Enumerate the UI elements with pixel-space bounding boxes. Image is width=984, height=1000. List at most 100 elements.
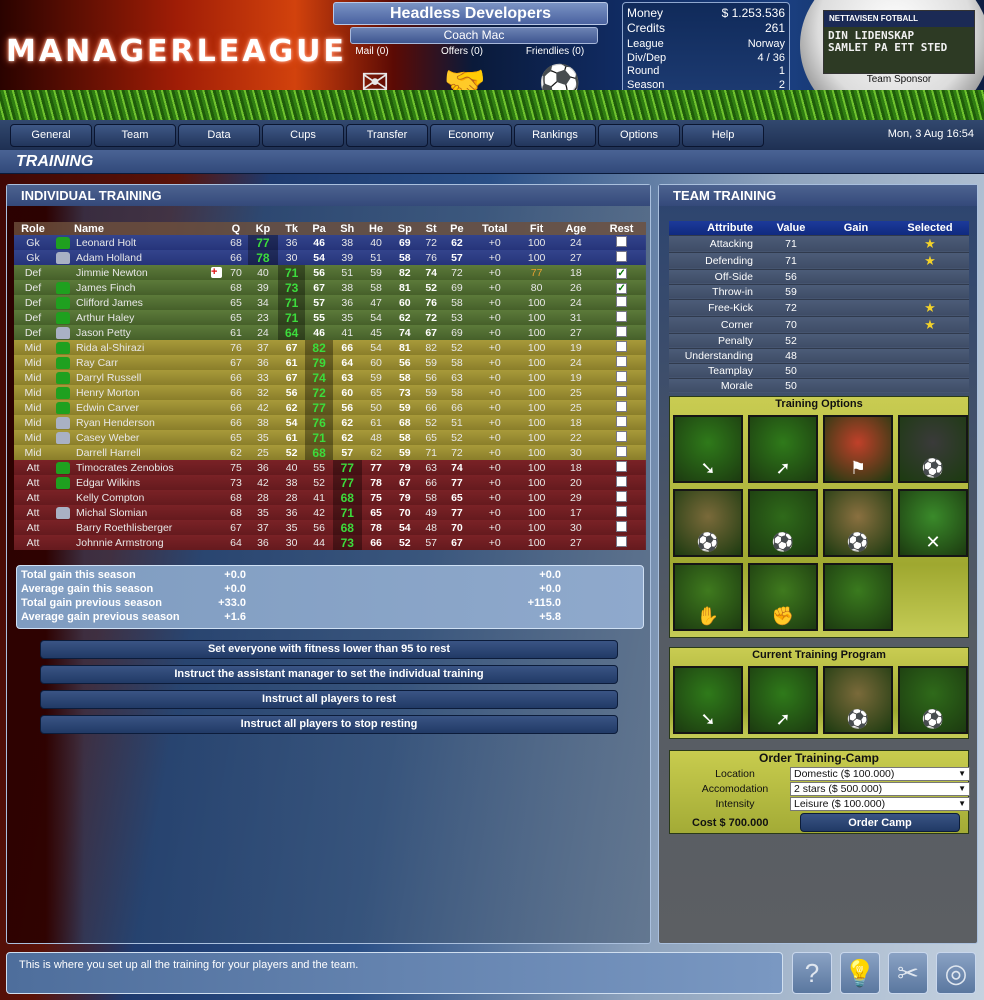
location-select[interactable]: Domestic ($ 100.000) ▼ <box>790 767 970 781</box>
rest-checkbox[interactable] <box>616 430 628 442</box>
player-name[interactable]: Leonard Holt <box>76 237 136 249</box>
player-name-cell[interactable]: James Finch <box>74 280 224 295</box>
nav-data[interactable]: Data <box>178 124 260 147</box>
rest-checkbox[interactable]: ✓ <box>616 282 628 294</box>
nav-team[interactable]: Team <box>94 124 176 147</box>
order-camp-button[interactable]: Order Camp <box>800 813 960 832</box>
rest-low-fitness-button[interactable]: Set everyone with fitness lower than 95 … <box>40 640 618 659</box>
player-name-cell[interactable]: Timocrates Zenobios <box>74 460 224 475</box>
player-row[interactable]: Def Clifford James 65 34 71 57 36 47 60 76 58 +0 100… <box>14 295 646 310</box>
player-shirt[interactable] <box>52 400 74 415</box>
nav-help[interactable]: Help <box>682 124 764 147</box>
player-row[interactable]: Mid Rida al-Shirazi 76 37 67 82 66 54 81 82 52 +0 10… <box>14 340 646 355</box>
rest-checkbox[interactable] <box>616 400 628 412</box>
training-tile-understanding[interactable]: ✕ <box>898 489 968 557</box>
rest-cell[interactable]: ✓ <box>597 265 646 280</box>
rest-cell[interactable]: ✓ <box>597 280 646 295</box>
player-name-cell[interactable]: Henry Morton <box>74 385 224 400</box>
player-name[interactable]: Michal Slomian <box>76 507 147 519</box>
player-shirt[interactable] <box>52 235 74 250</box>
nav-transfer[interactable]: Transfer <box>346 124 428 147</box>
player-name[interactable]: Arthur Haley <box>76 312 134 324</box>
rest-cell[interactable] <box>597 310 646 325</box>
team-attribute-row[interactable]: Teamplay 50 <box>669 362 969 378</box>
selected-cell[interactable] <box>891 362 969 378</box>
rest-checkbox[interactable] <box>616 445 628 457</box>
rest-checkbox[interactable] <box>616 520 628 532</box>
team-attribute-row[interactable]: Understanding 48 <box>669 347 969 363</box>
rest-cell[interactable] <box>597 235 646 250</box>
player-shirt[interactable] <box>52 295 74 310</box>
player-name-cell[interactable]: Michal Slomian <box>74 505 224 520</box>
player-shirt[interactable] <box>52 340 74 355</box>
all-rest-button[interactable]: Instruct all players to rest <box>40 690 618 709</box>
player-name[interactable]: Henry Morton <box>76 387 140 399</box>
player-row[interactable]: Mid Casey Weber 65 35 61 71 62 48 58 65 52 +0 100 22 <box>14 430 646 445</box>
player-name[interactable]: Kelly Compton <box>76 492 144 504</box>
player-shirt[interactable] <box>52 280 74 295</box>
help-button[interactable]: ? <box>792 952 832 994</box>
player-row[interactable]: Att Barry Roethlisberger 67 37 35 56 68 78 54 48 7… <box>14 520 646 535</box>
rest-checkbox[interactable] <box>616 325 628 337</box>
player-name-cell[interactable]: Rida al-Shirazi <box>74 340 224 355</box>
player-shirt[interactable] <box>52 325 74 340</box>
col-kp[interactable]: Kp <box>247 222 278 235</box>
player-row[interactable]: Gk Leonard Holt 68 77 36 46 38 40 69 72 62 +0 100 24 <box>14 235 646 250</box>
selected-cell[interactable]: ★ <box>891 315 969 333</box>
rest-cell[interactable] <box>597 475 646 490</box>
player-name[interactable]: Ray Carr <box>76 357 118 369</box>
rest-cell[interactable] <box>597 250 646 265</box>
player-name-cell[interactable]: Jason Petty <box>74 325 224 340</box>
col-name[interactable]: Name <box>74 222 224 235</box>
tip-button[interactable]: 💡 <box>840 952 880 994</box>
player-name-cell[interactable]: Edgar Wilkins <box>74 475 224 490</box>
rest-checkbox[interactable] <box>616 250 628 262</box>
player-shirt[interactable] <box>52 430 74 445</box>
rest-cell[interactable] <box>597 505 646 520</box>
player-row[interactable]: Mid Edwin Carver 66 42 62 77 56 50 59 66 66 +0 100 25 <box>14 400 646 415</box>
rest-cell[interactable] <box>597 535 646 550</box>
rest-cell[interactable] <box>597 460 646 475</box>
training-tile-attacking[interactable]: ➘ <box>673 666 743 734</box>
rest-cell[interactable] <box>597 340 646 355</box>
col-age[interactable]: Age <box>554 222 598 235</box>
training-tile-corner[interactable]: ⚽ <box>898 666 968 734</box>
rest-checkbox[interactable] <box>616 505 628 517</box>
player-row[interactable]: Def James Finch 68 39 73 67 38 58 81 52 69 +0 80 26 ✓ <box>14 280 646 295</box>
player-name-cell[interactable]: Darryl Russell <box>74 370 224 385</box>
rest-cell[interactable] <box>597 415 646 430</box>
player-row[interactable]: Mid Henry Morton 66 32 56 72 60 65 73 59 58 +0 100 25 <box>14 385 646 400</box>
team-attribute-row[interactable]: Free-Kick 72 ★ <box>669 298 969 316</box>
col-q[interactable]: Q <box>224 222 248 235</box>
training-tile-morale[interactable]: ✊ <box>748 563 818 631</box>
team-attribute-row[interactable]: Throw-in 59 <box>669 283 969 299</box>
training-tile-free-kick[interactable]: ⚽ <box>823 666 893 734</box>
player-shirt[interactable] <box>52 490 74 505</box>
player-row[interactable]: Att Edgar Wilkins 73 42 38 52 77 78 67 66 77 +0 100 2… <box>14 475 646 490</box>
player-row[interactable]: Def Jimmie Newton +70 40 71 56 51 59 82 74 72 +0 77 1… <box>14 265 646 280</box>
player-name[interactable]: Adam Holland <box>76 252 142 264</box>
player-row[interactable]: Def Jason Petty 61 24 64 46 41 45 74 67 69 +0 100 27 <box>14 325 646 340</box>
player-name-cell[interactable]: Adam Holland <box>74 250 224 265</box>
player-shirt[interactable] <box>52 520 74 535</box>
offers-link[interactable]: Offers (0) <box>422 46 502 57</box>
player-name-cell[interactable]: Jimmie Newton + <box>74 265 224 280</box>
rest-checkbox[interactable] <box>616 355 628 367</box>
logo[interactable]: MANAGERLEAGUE <box>6 34 347 69</box>
player-name[interactable]: Timocrates Zenobios <box>76 462 174 474</box>
player-name[interactable]: Ryan Henderson <box>76 417 155 429</box>
player-name[interactable]: Johnnie Armstrong <box>76 537 164 549</box>
assistant-manager-button[interactable]: Instruct the assistant manager to set th… <box>40 665 618 684</box>
player-row[interactable]: Mid Ryan Henderson 66 38 54 76 62 61 68 52 51 +0 100… <box>14 415 646 430</box>
col-fit[interactable]: Fit <box>518 222 555 235</box>
selected-cell[interactable] <box>891 332 969 348</box>
rest-checkbox[interactable] <box>616 370 628 382</box>
player-row[interactable]: Mid Darrell Harrell 62 25 52 68 57 62 59 71 72 +0 10… <box>14 445 646 460</box>
training-tile-teamplay[interactable]: ✋ <box>673 563 743 631</box>
player-row[interactable]: Mid Darryl Russell 66 33 67 74 63 59 58 56 63 +0 100… <box>14 370 646 385</box>
player-shirt[interactable] <box>52 265 74 280</box>
nav-cups[interactable]: Cups <box>262 124 344 147</box>
coach-name[interactable]: Coach Mac <box>350 27 598 44</box>
sponsor-banner[interactable]: NETTAVISEN FOTBALL DIN LIDENSKAP SAMLET … <box>823 10 975 74</box>
player-name[interactable]: Darrell Harrell <box>76 447 141 459</box>
